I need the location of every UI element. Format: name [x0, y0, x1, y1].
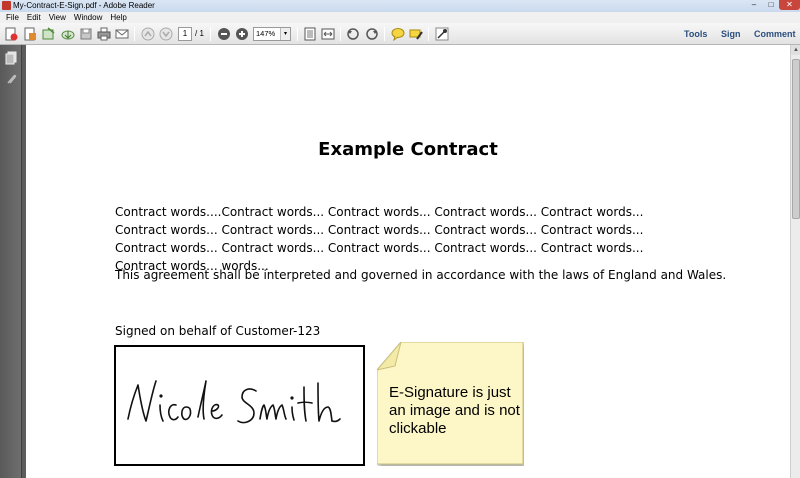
share-icon[interactable] [41, 26, 57, 42]
maximize-button[interactable]: □ [763, 0, 779, 10]
attachments-icon[interactable] [3, 72, 19, 88]
close-button[interactable]: ✕ [779, 0, 800, 10]
zoom-out-icon[interactable] [216, 26, 232, 42]
toolbar-separator [210, 27, 211, 41]
scroll-up-icon[interactable]: ▲ [791, 45, 800, 55]
save-icon[interactable] [78, 26, 94, 42]
previous-page-icon[interactable] [140, 26, 156, 42]
adobe-reader-icon [2, 1, 11, 10]
menu-edit[interactable]: Edit [23, 12, 45, 23]
governing-law-text: This agreement shall be interpreted and … [115, 268, 727, 282]
sticky-note: E-Signature is just an image and is not … [377, 342, 524, 466]
page-thumbnails-icon[interactable] [3, 50, 19, 66]
sign-tool-icon[interactable] [434, 26, 450, 42]
menu-view[interactable]: View [45, 12, 70, 23]
window-title: My-Contract-E-Sign.pdf - Adobe Reader [13, 1, 155, 10]
menu-window[interactable]: Window [70, 12, 106, 23]
zoom-value: 147% [256, 29, 276, 38]
next-page-icon[interactable] [158, 26, 174, 42]
zoom-select[interactable]: 147% ▾ [253, 27, 291, 41]
scrollbar-thumb[interactable] [792, 59, 800, 219]
handwritten-signature [127, 380, 341, 424]
email-icon[interactable] [114, 26, 130, 42]
menu-help[interactable]: Help [106, 12, 130, 23]
rotate-left-icon[interactable] [345, 26, 361, 42]
toolbar-separator [428, 27, 429, 41]
toolbar-separator [134, 27, 135, 41]
comment-link[interactable]: Comment [754, 28, 796, 40]
vertical-scrollbar[interactable]: ▲ [790, 45, 800, 478]
rotate-right-icon[interactable] [364, 26, 380, 42]
page-number-input[interactable]: 1 [178, 27, 192, 41]
navigation-panel [0, 45, 22, 478]
sticky-note-icon[interactable] [390, 26, 406, 42]
minimize-button[interactable]: – [745, 0, 763, 10]
fit-page-icon[interactable] [302, 26, 318, 42]
toolbar-separator [297, 27, 298, 41]
create-pdf-icon[interactable] [3, 26, 19, 42]
toolbar-separator [384, 27, 385, 41]
toolbar-separator [340, 27, 341, 41]
signature-image [114, 345, 365, 466]
chevron-down-icon[interactable]: ▾ [280, 28, 290, 40]
open-icon[interactable] [22, 26, 38, 42]
menu-bar: File Edit View Window Help [0, 12, 800, 23]
page-total: / 1 [195, 29, 204, 38]
signed-on-behalf-text: Signed on behalf of Customer-123 [115, 324, 321, 338]
zoom-in-icon[interactable] [234, 26, 250, 42]
sign-link[interactable]: Sign [721, 28, 741, 40]
menu-file[interactable]: File [2, 12, 23, 23]
print-icon[interactable] [96, 26, 112, 42]
cloud-icon[interactable] [60, 26, 76, 42]
title-bar: My-Contract-E-Sign.pdf - Adobe Reader – … [0, 0, 800, 12]
tools-link[interactable]: Tools [684, 28, 707, 40]
highlight-icon[interactable] [408, 26, 424, 42]
document-title: Example Contract [318, 139, 498, 160]
sticky-note-text: E-Signature is just an image and is not … [389, 384, 520, 437]
contract-paragraph: Contract words....Contract words... Cont… [115, 205, 644, 273]
fit-width-icon[interactable] [320, 26, 336, 42]
toolbar: 1 / 1 147% ▾ Tools Sign Comment [0, 23, 800, 45]
